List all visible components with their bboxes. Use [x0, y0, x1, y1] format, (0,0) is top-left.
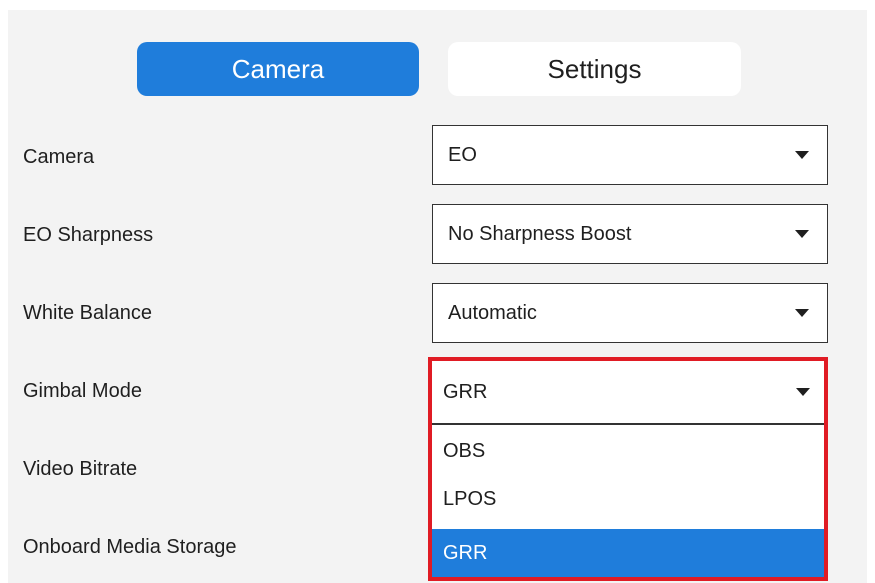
gimbal-option-label: OBS	[443, 439, 486, 462]
caret-down-icon	[795, 230, 809, 238]
gimbal-mode-select-value: GRR	[443, 380, 488, 403]
eo-sharpness-select[interactable]: No Sharpness Boost	[432, 204, 828, 264]
video-bitrate-label: Video Bitrate	[23, 458, 138, 480]
gimbal-mode-label: Gimbal Mode	[23, 380, 142, 402]
caret-down-icon	[796, 388, 810, 396]
tab-camera-label: Camera	[231, 53, 325, 84]
gimbal-mode-select[interactable]: GRR	[432, 361, 824, 425]
camera-select[interactable]: EO	[432, 125, 828, 185]
white-balance-label: White Balance	[23, 302, 152, 324]
caret-down-icon	[795, 309, 809, 317]
top-edge	[8, 0, 136, 10]
camera-label: Camera	[23, 146, 95, 168]
eo-sharpness-label: EO Sharpness	[23, 224, 154, 246]
gimbal-option-lpos[interactable]: LPOS	[432, 475, 824, 523]
eo-sharpness-select-value: No Sharpness Boost	[448, 222, 632, 245]
gimbal-option-grr[interactable]: GRR	[432, 529, 824, 577]
tab-settings-label: Settings	[547, 53, 642, 84]
tab-camera[interactable]: Camera	[137, 42, 419, 96]
gimbal-option-label: GRR	[443, 541, 488, 564]
camera-select-value: EO	[448, 143, 477, 166]
caret-down-icon	[795, 151, 809, 159]
gimbal-mode-dropdown-highlight: GRR OBS LPOS GRR	[428, 357, 828, 581]
onboard-media-storage-label: Onboard Media Storage	[23, 536, 237, 558]
white-balance-select[interactable]: Automatic	[432, 283, 828, 343]
white-balance-select-value: Automatic	[448, 301, 537, 324]
gimbal-option-label: LPOS	[443, 487, 497, 510]
tab-settings[interactable]: Settings	[448, 42, 741, 96]
gimbal-option-obs[interactable]: OBS	[432, 427, 824, 475]
camera-settings-panel: Camera Settings Camera EO EO Sharpness N…	[8, 10, 867, 583]
